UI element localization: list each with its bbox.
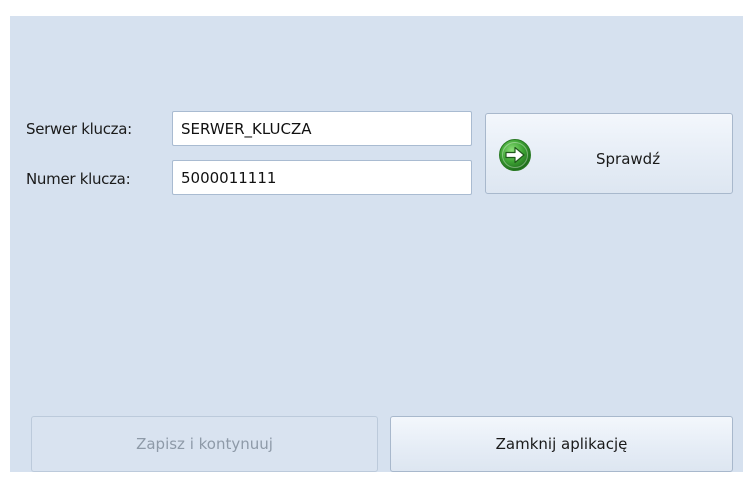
close-app-button[interactable]: Zamknij aplikację <box>390 416 733 472</box>
close-app-label: Zamknij aplikację <box>495 435 628 453</box>
check-button-label: Sprawdź <box>596 150 661 168</box>
save-continue-button[interactable]: Zapisz i kontynuuj <box>31 416 378 472</box>
license-dialog: Serwer klucza: Numer klucza: Sprawdź <box>0 0 745 487</box>
key-number-input[interactable] <box>172 160 472 195</box>
server-key-label: Serwer klucza: <box>26 120 132 138</box>
dialog-panel: Serwer klucza: Numer klucza: Sprawdź <box>10 16 743 472</box>
save-continue-label: Zapisz i kontynuuj <box>136 435 273 453</box>
server-key-input[interactable] <box>172 111 472 146</box>
key-number-label: Numer klucza: <box>26 170 131 188</box>
green-arrow-right-icon <box>499 139 531 171</box>
check-button[interactable]: Sprawdź <box>485 113 733 194</box>
